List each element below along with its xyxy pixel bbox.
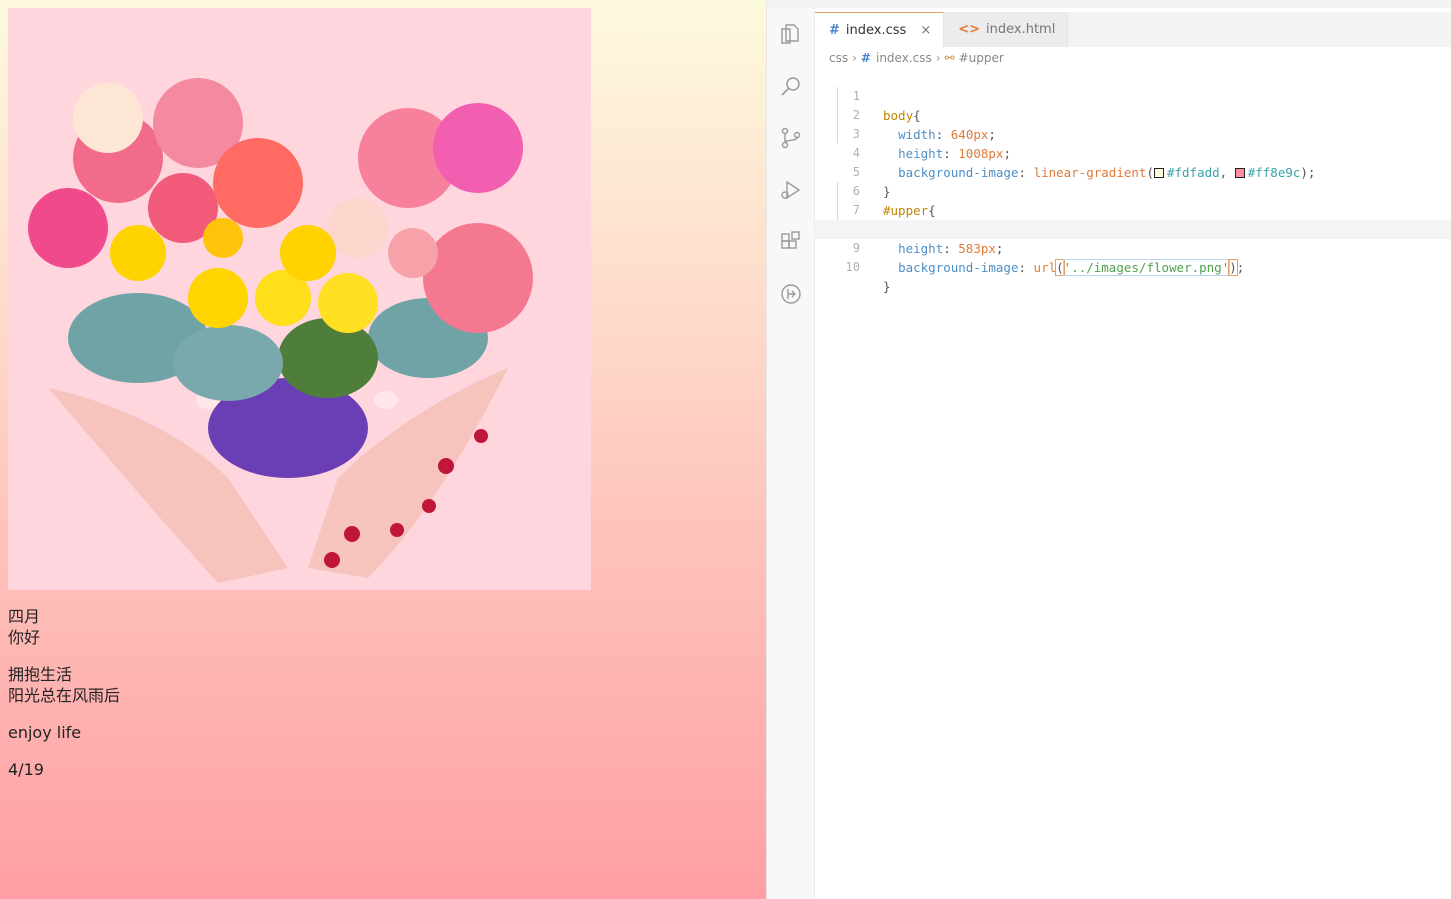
code-line: 1 body{ [815,68,1451,123]
code-line: 10 } [815,239,1451,294]
run-debug-icon[interactable] [779,178,803,202]
code-line: 5 } [815,144,1451,199]
greeting-paragraph: 四月 你好 [8,606,120,648]
css-function: url [1033,260,1057,275]
enjoy-paragraph: enjoy life [8,722,120,743]
browser-preview: 四月 你好 拥抱生活 阳光总在风雨后 enjoy life 4/19 [0,0,766,899]
code-line: 6 #upper{ [815,163,1451,218]
tab-label: index.css [845,22,907,38]
tab-index-html[interactable]: <> index.html [944,12,1069,47]
code-editor: # index.css × <> index.html css › # inde… [766,0,1451,899]
tab-index-css[interactable]: # index.css × [815,12,945,47]
html-file-icon: <> [958,22,981,37]
explorer-icon[interactable] [779,22,803,46]
date-text: 4/19 [8,760,44,779]
code-area[interactable]: 1 body{ 2 width: 640px; 3 height: 1008px… [815,68,1451,294]
css-string: '../images/flower.png' [1062,259,1231,276]
extensions-icon[interactable] [779,230,803,254]
line-number: 10 [845,260,860,274]
breadcrumb: css › # index.css › ⚯ #upper [829,47,1004,69]
enjoy-text: enjoy life [8,723,82,742]
breadcrumb-symbol[interactable]: #upper [959,51,1004,65]
breadcrumb-folder[interactable]: css [829,51,848,65]
code-line-current: 9 background-image: url('../images/flowe… [815,220,1451,276]
text-line: 你好 [8,628,41,647]
css-file-icon: # [860,51,871,65]
flower-image [8,8,591,590]
code-line: 7 width: 583px; [815,182,1451,237]
code-line: 2 width: 640px; [815,87,1451,142]
text-line: 阳光总在风雨后 [8,686,121,705]
code-line: 3 height: 1008px; [815,106,1451,161]
flower-heart-illustration [8,8,591,590]
activity-bar [767,8,815,899]
editor-tabs: # index.css × <> index.html [815,12,1451,47]
code-line: 4 background-image: linear-gradient(#fdf… [815,125,1451,180]
motto-paragraph: 拥抱生活 阳光总在风雨后 [8,664,120,706]
remote-icon[interactable] [779,282,803,306]
css-property: background-image [898,260,1019,275]
close-icon[interactable]: × [920,23,931,38]
symbol-icon: ⚯ [944,51,955,65]
preview-text-block: 四月 你好 拥抱生活 阳光总在风雨后 enjoy life 4/19 [8,606,120,796]
close-brace: } [883,279,891,294]
date-paragraph: 4/19 [8,759,120,780]
source-control-icon[interactable] [779,126,803,150]
code-line: 8 height: 583px; [815,201,1451,256]
chevron-right-icon: › [852,51,857,65]
menu-bar [767,0,1451,8]
text-line: 拥抱生活 [8,665,73,684]
tab-label: index.html [986,22,1056,37]
breadcrumb-file[interactable]: index.css [876,51,932,65]
text-line: 四月 [8,607,41,626]
search-icon[interactable] [779,74,803,98]
css-file-icon: # [829,22,840,38]
chevron-right-icon: › [935,51,941,65]
